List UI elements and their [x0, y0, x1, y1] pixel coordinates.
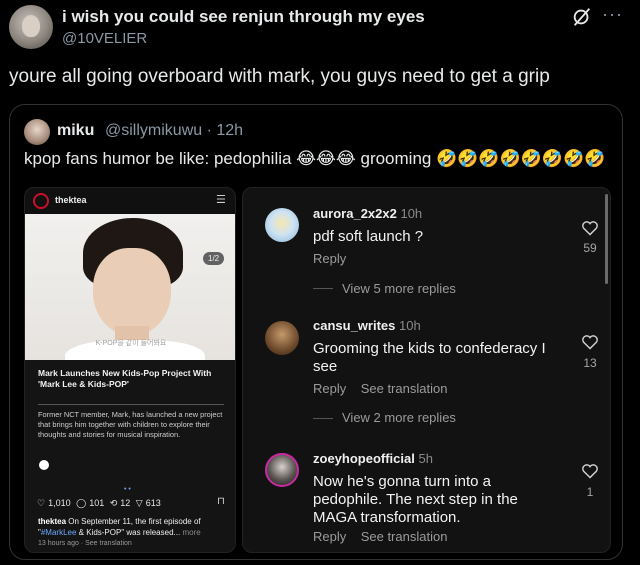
comment-count: 101 — [89, 498, 105, 508]
heart-icon — [582, 335, 598, 350]
tweet-text: youre all going overboard with mark, you… — [9, 66, 550, 87]
reply-link: Reply See translation — [313, 529, 447, 544]
heart-icon — [582, 464, 598, 479]
post-see-translation: See translation — [85, 540, 132, 547]
author-name[interactable]: i wish you could see renjun through my e… — [62, 7, 425, 27]
post-menu-icon: ☰ — [216, 194, 226, 206]
heart-icon: ♡ — [37, 497, 46, 508]
comment-username: cansu_writes 10h — [313, 318, 421, 333]
repost-icon: ⟲ — [107, 497, 118, 508]
more-icon[interactable]: ··· — [602, 4, 623, 25]
share-icon: ▽ — [133, 497, 143, 508]
post-brand: thektea — [55, 195, 87, 205]
quoted-tweet[interactable]: miku @sillymikuwu · 12h kpop fans humor … — [9, 104, 623, 560]
comment-text: Now he's gonna turn into a pedophile. Th… — [313, 473, 518, 526]
comment-username: zoeyhopeofficial 5h — [313, 451, 433, 466]
post-photo: 1/2 K-POP을 같이 들어봐요 — [25, 214, 235, 360]
reply-text: Reply — [313, 529, 347, 544]
comment-avatar — [265, 453, 299, 487]
like-count: 13 — [583, 356, 597, 370]
post-headline: Mark Launches New Kids-Pop Project With … — [38, 368, 212, 389]
comment-username: aurora_2x2x2 10h — [313, 206, 422, 221]
post-time: 13 hours ago · See translation — [38, 540, 132, 547]
page-badge: 1/2 — [203, 252, 225, 265]
scrollbar — [605, 194, 608, 284]
see-translation: See translation — [360, 529, 448, 544]
post-header: thektea ☰ — [25, 188, 235, 214]
post-body: Former NCT member, Mark, has launched a … — [38, 410, 223, 439]
like-count: 1,010 — [48, 498, 71, 508]
comment-user: zoeyhopeofficial — [313, 451, 415, 466]
quote-author-handle[interactable]: @sillymikuwu · 12h — [105, 122, 243, 140]
comment-icon: ◯ — [73, 497, 87, 508]
photo-face — [93, 248, 171, 336]
view-more-replies: View 5 more replies — [342, 281, 456, 296]
comment-user: aurora_2x2x2 — [313, 206, 397, 221]
comment-age: 5h — [418, 451, 433, 466]
quote-author-name[interactable]: miku — [57, 122, 94, 140]
comment-text: pdf soft launch ? — [313, 228, 424, 245]
caption-user: thektea — [38, 517, 67, 526]
person-icon — [39, 460, 49, 470]
comment-age: 10h — [399, 318, 421, 333]
brand-logo — [33, 193, 49, 209]
bookmark-icon: ⊓ — [217, 496, 225, 507]
grok-icon[interactable] — [571, 6, 593, 28]
post-caption: thektea On September 11, the first episo… — [38, 516, 228, 538]
post-divider — [38, 404, 224, 405]
comment-avatar — [265, 321, 299, 355]
thread-line — [313, 418, 333, 419]
heart-icon — [582, 221, 598, 236]
reply-link: Reply See translation — [313, 381, 447, 396]
quote-text: kpop fans humor be like: pedophilia 😂😂😂 … — [24, 149, 606, 168]
carousel-dots: • • — [124, 486, 131, 493]
author-handle[interactable]: @10VELIER — [62, 30, 147, 47]
thread-line — [313, 288, 333, 289]
post-time-text: 13 hours ago — [38, 540, 79, 547]
instagram-post-image[interactable]: thektea ☰ 1/2 K-POP을 같이 들어봐요 Mark Launch… — [24, 187, 236, 553]
comment-age: 10h — [400, 206, 423, 221]
comments-panel[interactable]: aurora_2x2x2 10h pdf soft launch ? Reply… — [242, 187, 611, 553]
caption-text-2: & Kids-POP" was released... — [76, 528, 181, 537]
reply-link: Reply — [313, 251, 347, 266]
like-count: 1 — [586, 485, 594, 499]
share-count: 613 — [145, 498, 161, 508]
comment-text: Grooming the kids to confederacy I see — [313, 340, 546, 375]
like-count: 59 — [583, 241, 597, 255]
quote-avatar[interactable] — [24, 119, 50, 145]
photo-caption: K-POP을 같이 들어봐요 — [95, 340, 167, 347]
reply-text: Reply — [313, 381, 347, 396]
comment-user: cansu_writes — [313, 318, 396, 333]
view-more-replies: View 2 more replies — [342, 410, 456, 425]
caption-more: more — [182, 528, 201, 537]
post-actions: ♡ 1,010 ◯ 101 ⟲ 12 ▽ 613 — [37, 496, 229, 510]
author-avatar[interactable] — [9, 5, 53, 49]
caption-hashtag: #MarkLee — [40, 528, 77, 537]
comment-avatar — [265, 208, 299, 242]
repost-count: 12 — [120, 498, 131, 508]
see-translation: See translation — [360, 381, 448, 396]
